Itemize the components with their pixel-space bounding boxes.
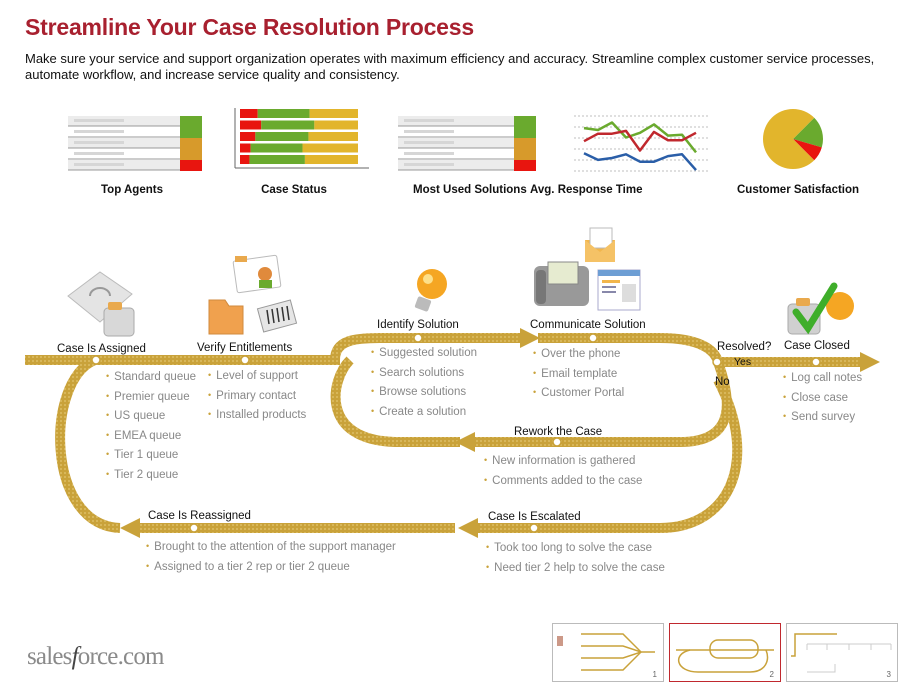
bullet-item: Search solutions xyxy=(371,363,477,383)
bullet-item: Took too long to solve the case xyxy=(486,538,665,558)
thumbnail-1-diagram xyxy=(557,633,655,671)
step-escalated-label: Case Is Escalated xyxy=(488,511,581,523)
escalated-arrowhead xyxy=(458,518,478,538)
phone-icon xyxy=(534,261,589,306)
bullet-item: Create a solution xyxy=(371,402,477,422)
reassigned-arrowhead xyxy=(120,518,140,538)
bullet-item: New information is gathered xyxy=(484,451,642,471)
slide-thumbnail-2[interactable]: 2 xyxy=(669,623,781,682)
slide-thumbnail-3[interactable]: 3 xyxy=(786,623,898,682)
bullet-item: Premier queue xyxy=(106,387,196,407)
bullet-item: Tier 2 queue xyxy=(106,465,196,485)
step-escalated-bullets: Took too long to solve the case Need tie… xyxy=(486,538,665,577)
bullet-item: EMEA queue xyxy=(106,426,196,446)
communication-icons xyxy=(534,227,641,311)
bullet-item: Primary contact xyxy=(208,386,306,406)
decision-resolved-label: Resolved? xyxy=(717,341,772,353)
salesforce-logo: salesforce.com xyxy=(27,643,164,670)
bullet-item: Level of support xyxy=(208,366,306,386)
bullet-item: Comments added to the case xyxy=(484,471,642,491)
node-identify xyxy=(413,333,423,343)
thumbnail-number: 3 xyxy=(886,670,891,679)
bullet-item: Need tier 2 help to solve the case xyxy=(486,558,665,578)
bullet-item: Standard queue xyxy=(106,367,196,387)
bullet-item: Over the phone xyxy=(533,344,624,364)
thumbnail-number: 1 xyxy=(652,670,657,679)
step-verify-entitlements-bullets: Level of support Primary contact Install… xyxy=(208,366,306,425)
lightbulb-icon xyxy=(414,269,447,312)
bullet-item: Tier 1 queue xyxy=(106,445,196,465)
node-reassigned xyxy=(189,523,199,533)
bullet-item: Assigned to a tier 2 rep or tier 2 queue xyxy=(146,557,396,577)
bullet-item: US queue xyxy=(106,406,196,426)
node-decision xyxy=(712,357,722,367)
decision-no-label: No xyxy=(715,376,730,388)
step-identify-solution-label: Identify Solution xyxy=(377,319,459,331)
bullet-item: Customer Portal xyxy=(533,383,624,403)
bullet-item: Close case xyxy=(783,388,862,408)
step-case-assigned-label: Case Is Assigned xyxy=(57,343,146,355)
step-case-closed-label: Case Closed xyxy=(784,340,850,352)
bullet-item: Email template xyxy=(533,364,624,384)
thumbnail-3-diagram xyxy=(791,633,892,673)
step-communicate-solution-label: Communicate Solution xyxy=(530,319,646,331)
bullet-item: Browse solutions xyxy=(371,382,477,402)
node-verify xyxy=(240,355,250,365)
node-communicate xyxy=(588,333,598,343)
step-reassigned-bullets: Brought to the attention of the support … xyxy=(146,537,396,576)
bullet-item: Send survey xyxy=(783,407,862,427)
node-rework xyxy=(552,437,562,447)
step-communicate-solution-bullets: Over the phone Email template Customer P… xyxy=(533,344,624,403)
bullet-item: Log call notes xyxy=(783,368,862,388)
step-reassigned-label: Case Is Reassigned xyxy=(148,510,251,522)
step-identify-solution-bullets: Suggested solution Search solutions Brow… xyxy=(371,343,477,421)
entitlements-icon xyxy=(208,254,298,335)
thumbnail-number: 2 xyxy=(769,670,774,679)
step-case-closed-bullets: Log call notes Close case Send survey xyxy=(783,368,862,427)
email-icon xyxy=(585,227,615,262)
node-closed xyxy=(811,357,821,367)
closed-arrowhead xyxy=(860,352,880,372)
node-escalated xyxy=(529,523,539,533)
portal-icon xyxy=(597,269,641,311)
node-assigned xyxy=(91,355,101,365)
thumbnail-2-diagram xyxy=(676,639,774,673)
step-rework-label: Rework the Case xyxy=(514,426,603,438)
bullet-item: Suggested solution xyxy=(371,343,477,363)
step-rework-bullets: New information is gathered Comments add… xyxy=(484,451,642,490)
case-closed-icon xyxy=(787,282,854,335)
slide-thumbnail-1[interactable]: 1 xyxy=(552,623,664,682)
step-case-assigned-bullets: Standard queue Premier queue US queue EM… xyxy=(106,367,196,484)
decision-yes-label: Yes xyxy=(734,356,752,368)
step-verify-entitlements-label: Verify Entitlements xyxy=(197,342,293,354)
case-document-icon xyxy=(67,271,135,337)
rework-arrowhead xyxy=(455,432,475,452)
bullet-item: Brought to the attention of the support … xyxy=(146,537,396,557)
bullet-item: Installed products xyxy=(208,405,306,425)
